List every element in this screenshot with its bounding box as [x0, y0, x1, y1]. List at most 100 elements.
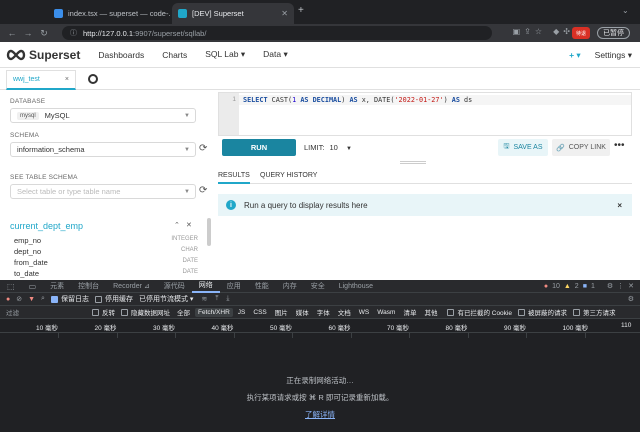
- nav-dashboards[interactable]: Dashboards: [98, 50, 144, 60]
- copy-link-button[interactable]: 🔗 COPY LINK: [552, 139, 610, 156]
- tab-results[interactable]: RESULTS: [218, 172, 250, 184]
- browser-tab-superset[interactable]: [DEV] Superset ✕: [172, 3, 294, 24]
- warning-icon: ▲: [563, 282, 571, 290]
- third-party-checkbox[interactable]: [572, 308, 580, 316]
- nav-data[interactable]: Data ▾: [263, 49, 288, 60]
- nav-sql-lab[interactable]: SQL Lab ▾: [205, 49, 245, 60]
- clear-icon[interactable]: ⊘: [16, 295, 22, 303]
- tab-performance[interactable]: 性能: [248, 280, 276, 293]
- superset-logo[interactable]: Superset: [6, 48, 80, 62]
- filter-manifest[interactable]: 清单: [400, 306, 419, 318]
- table-select[interactable]: Select table or type table name ▼: [10, 184, 196, 199]
- disable-cache-checkbox[interactable]: [94, 295, 102, 303]
- blocked-cookies-checkbox[interactable]: [447, 308, 455, 316]
- upload-icon[interactable]: ⤒: [215, 295, 218, 303]
- back-icon[interactable]: ←: [4, 28, 20, 38]
- new-tab-button[interactable]: +: [298, 5, 304, 16]
- refresh-schema-icon[interactable]: ⟳: [199, 143, 207, 154]
- kebab-icon[interactable]: ⋮: [617, 282, 624, 290]
- add-query-tab-icon[interactable]: [88, 74, 98, 84]
- record-icon[interactable]: ●: [6, 296, 10, 303]
- query-tab[interactable]: wwj_test ×: [6, 70, 76, 90]
- tab-search-icon[interactable]: ⌄: [622, 6, 629, 15]
- table-name[interactable]: current_dept_emp: [10, 221, 83, 231]
- gear-icon[interactable]: ⚙: [607, 282, 613, 290]
- filter-ws[interactable]: WS: [356, 308, 372, 317]
- close-icon[interactable]: ✕: [277, 9, 288, 18]
- tab-sources[interactable]: 源代码: [157, 280, 192, 293]
- filter-icon[interactable]: ▼: [28, 296, 35, 303]
- tab-memory[interactable]: 内存: [276, 280, 304, 293]
- filter-img[interactable]: 图片: [272, 306, 291, 318]
- filter-font[interactable]: 字体: [314, 306, 333, 318]
- throttle-select[interactable]: 已停用节流模式 ▾: [139, 294, 193, 304]
- device-icon[interactable]: ▭: [22, 280, 44, 293]
- refresh-table-icon[interactable]: ⟳: [199, 185, 207, 196]
- collapse-icon[interactable]: ⌃: [174, 221, 180, 229]
- info-count[interactable]: 1: [591, 283, 595, 290]
- filter-media[interactable]: 媒体: [293, 306, 312, 318]
- column-name: from_date: [14, 258, 48, 267]
- extension-icon[interactable]: ◆: [553, 27, 559, 36]
- filter-js[interactable]: JS: [235, 308, 249, 317]
- tab-query-history[interactable]: QUERY HISTORY: [260, 172, 317, 179]
- nav-charts[interactable]: Charts: [162, 50, 187, 60]
- gear-icon[interactable]: ⚙: [628, 295, 634, 303]
- learn-more-link[interactable]: 了解详情: [305, 410, 335, 419]
- error-count[interactable]: 10: [552, 283, 560, 290]
- sql-code[interactable]: SELECT CAST(1 AS DECIMAL) AS x, DATE('20…: [243, 96, 472, 104]
- profile-avatar[interactable]: 待退: [572, 27, 590, 39]
- close-icon[interactable]: ×: [617, 201, 622, 210]
- filter-other[interactable]: 其他: [421, 306, 440, 318]
- warning-count[interactable]: 2: [575, 283, 579, 290]
- filter-doc[interactable]: 文档: [335, 306, 354, 318]
- run-button[interactable]: RUN: [222, 139, 296, 156]
- tab-console[interactable]: 控制台: [71, 280, 106, 293]
- sql-token: AS: [300, 96, 309, 104]
- tab-lighthouse[interactable]: Lighthouse: [332, 280, 380, 293]
- inspect-icon[interactable]: ⬚: [0, 280, 22, 293]
- paused-button[interactable]: 已暂停: [597, 27, 630, 39]
- address-bar[interactable]: ⓘ http://127.0.0.1:9907/superset/sqllab/: [62, 26, 492, 40]
- schema-select[interactable]: information_schema ▼: [10, 142, 196, 157]
- preserve-log-checkbox[interactable]: [50, 295, 58, 303]
- filter-all[interactable]: 全部: [174, 306, 193, 318]
- invert-checkbox[interactable]: [92, 308, 99, 316]
- tab-security[interactable]: 安全: [304, 280, 332, 293]
- save-as-button[interactable]: 🖫 SAVE AS: [498, 139, 548, 156]
- puzzle-icon[interactable]: ✣: [563, 27, 570, 36]
- save-as-label: SAVE AS: [513, 144, 543, 151]
- qr-icon[interactable]: ▣: [513, 27, 521, 36]
- forward-icon[interactable]: →: [20, 28, 36, 38]
- remove-table-icon[interactable]: ✕: [186, 221, 192, 229]
- reload-icon[interactable]: ↻: [36, 28, 52, 39]
- search-icon[interactable]: ⌕: [41, 295, 45, 303]
- wifi-icon[interactable]: ≋: [201, 295, 207, 303]
- download-icon[interactable]: ⤓: [226, 295, 229, 303]
- settings-menu[interactable]: Settings ▾: [595, 50, 632, 61]
- limit-dropdown[interactable]: LIMIT: 10 ▼: [304, 143, 352, 152]
- browser-tab-vscode[interactable]: index.tsx — superset — code-... ✕: [48, 3, 170, 24]
- tab-application[interactable]: 应用: [220, 280, 248, 293]
- filter-fetch-xhr[interactable]: Fetch/XHR: [195, 307, 233, 317]
- close-icon[interactable]: ✕: [628, 282, 634, 290]
- sql-editor[interactable]: 1 SELECT CAST(1 AS DECIMAL) AS x, DATE('…: [218, 92, 632, 136]
- filter-css[interactable]: CSS: [250, 308, 269, 317]
- star-icon[interactable]: ☆: [535, 27, 542, 36]
- new-menu-button[interactable]: + ▾: [569, 50, 581, 61]
- tab-network[interactable]: 网络: [191, 280, 220, 293]
- filter-wasm[interactable]: Wasm: [374, 308, 398, 317]
- column-list-scrollbar[interactable]: [207, 218, 211, 246]
- blocked-requests-checkbox[interactable]: [517, 308, 525, 316]
- results-alert: i Run a query to display results here ×: [218, 194, 632, 216]
- hide-data-urls-checkbox[interactable]: [121, 308, 128, 316]
- pane-splitter[interactable]: [400, 161, 426, 164]
- filter-input[interactable]: 过滤: [6, 307, 86, 317]
- share-icon[interactable]: ⇪: [524, 27, 531, 36]
- more-options-button[interactable]: •••: [614, 140, 625, 151]
- tab-recorder[interactable]: Recorder ⊿: [106, 280, 157, 293]
- close-icon[interactable]: ×: [65, 76, 69, 83]
- hide-data-urls-label: 隐藏数据网址: [131, 310, 170, 317]
- tab-elements[interactable]: 元素: [43, 280, 71, 293]
- database-select[interactable]: mysql MySQL ▼: [10, 108, 196, 123]
